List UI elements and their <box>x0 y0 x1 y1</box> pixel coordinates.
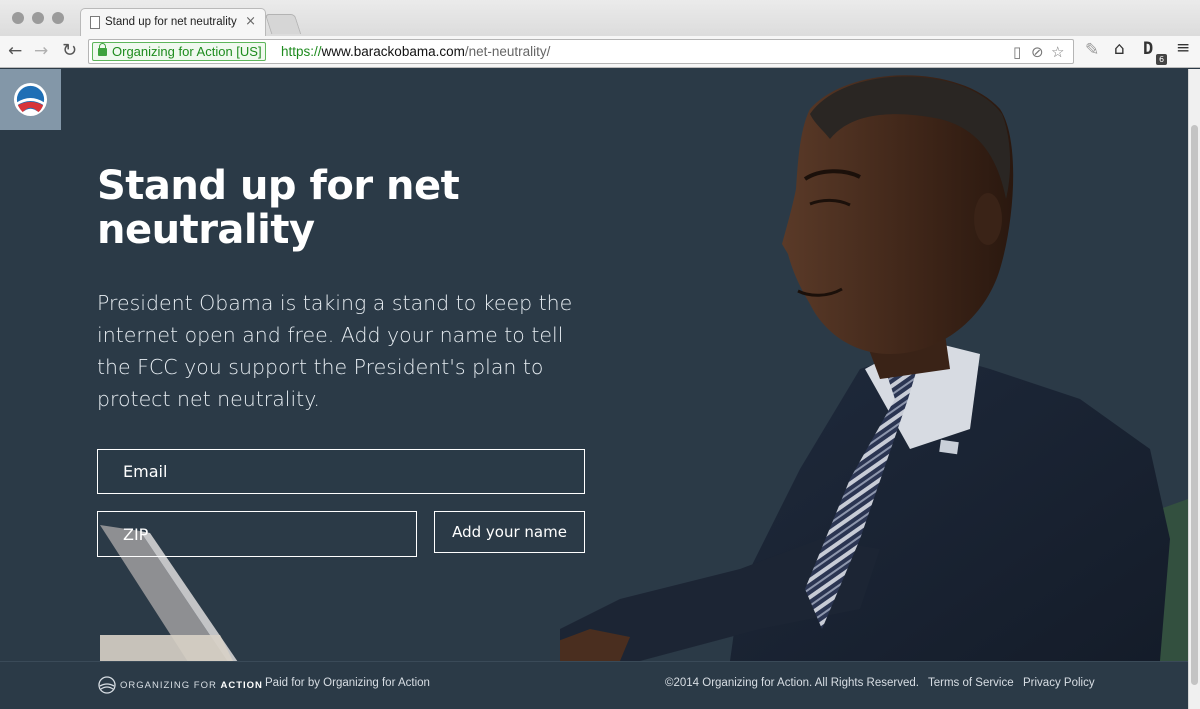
new-tab-button[interactable] <box>264 14 302 34</box>
url-scheme: https:// <box>281 44 322 59</box>
reload-icon[interactable]: ↻ <box>62 41 77 61</box>
browser-tab[interactable]: Stand up for net neutrality × <box>80 8 266 36</box>
close-window-button[interactable] <box>12 12 24 24</box>
ev-label: Organizing for Action [US] <box>112 44 262 59</box>
url-host: www.barackobama.com <box>321 44 465 59</box>
star-icon[interactable]: ☆ <box>1051 43 1064 61</box>
page-title: Stand up for net neutrality <box>97 163 460 253</box>
email-field[interactable] <box>97 449 585 494</box>
zoom-window-button[interactable] <box>52 12 64 24</box>
lock-icon <box>98 43 107 56</box>
privacy-policy-link[interactable]: Privacy Policy <box>1023 677 1095 689</box>
bookmark-page-icon[interactable]: ▯ <box>1013 43 1021 61</box>
url-path: /net-neutrality/ <box>464 44 551 59</box>
ofa-logo-icon <box>98 676 116 694</box>
intro-paragraph: President Obama is taking a stand to kee… <box>97 291 573 411</box>
vertical-scrollbar[interactable] <box>1188 69 1200 709</box>
obama-logo-icon <box>13 82 48 117</box>
obama-logo-box[interactable] <box>0 69 61 130</box>
brand-light: ORGANIZING FOR <box>120 680 221 691</box>
scrollbar-thumb[interactable] <box>1191 125 1198 685</box>
url-text[interactable]: https://www.barackobama.com/net-neutrali… <box>281 44 550 59</box>
extension-d-icon[interactable]: D <box>1143 39 1153 59</box>
back-arrow-icon[interactable]: ← <box>8 41 22 61</box>
hero-photo <box>560 75 1188 661</box>
zip-field[interactable] <box>97 511 417 557</box>
menu-icon[interactable]: ≡ <box>1176 38 1190 58</box>
tab-close-icon[interactable]: × <box>245 14 256 29</box>
tab-title: Stand up for net neutrality <box>105 16 237 28</box>
ev-certificate-badge[interactable]: Organizing for Action [US] <box>92 42 266 61</box>
terms-of-service-link[interactable]: Terms of Service <box>928 677 1014 689</box>
copyright-text: ©2014 Organizing for Action. All Rights … <box>665 677 919 689</box>
extension-badge-count: 6 <box>1156 54 1167 65</box>
bank-extension-icon[interactable]: ⌂ <box>1114 39 1125 59</box>
page-icon <box>90 16 100 29</box>
pin-extension-icon[interactable]: ✎ <box>1085 40 1099 60</box>
browser-toolbar: ← → ↻ Organizing for Action [US] https:/… <box>0 36 1200 68</box>
minimize-window-button[interactable] <box>32 12 44 24</box>
brand-bold: ACTION <box>220 680 263 691</box>
browser-titlebar: Stand up for net neutrality × <box>0 0 1200 36</box>
blocked-content-icon[interactable]: ⊘ <box>1031 43 1044 61</box>
address-bar[interactable]: Organizing for Action [US] https://www.b… <box>88 39 1074 64</box>
ofa-brand[interactable]: ORGANIZING FOR ACTION <box>120 680 263 691</box>
paid-for-text: Paid for by Organizing for Action <box>265 677 430 689</box>
forward-arrow-icon[interactable]: → <box>34 41 48 61</box>
page-footer: ORGANIZING FOR ACTION Paid for by Organi… <box>0 661 1188 709</box>
page-content: Stand up for net neutrality President Ob… <box>0 69 1188 709</box>
add-your-name-button[interactable]: Add your name <box>434 511 585 553</box>
